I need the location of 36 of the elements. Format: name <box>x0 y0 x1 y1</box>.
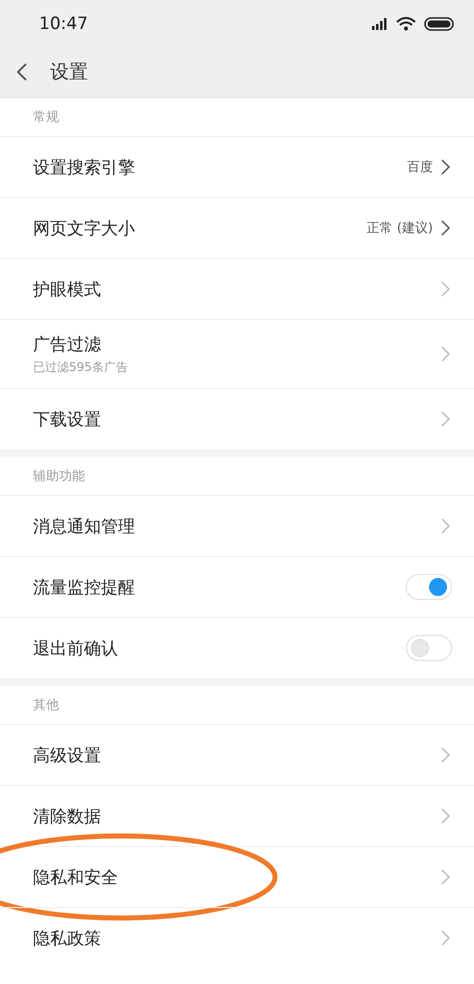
section-title: 其他 <box>33 697 59 714</box>
row-label: 网页文字大小 <box>33 218 135 240</box>
wifi-icon <box>396 16 416 30</box>
row-label: 隐私政策 <box>33 928 101 950</box>
row-subtitle: 已过滤595条广告 <box>33 358 128 376</box>
row-label: 清除数据 <box>33 806 101 828</box>
chevron-icon <box>441 159 450 175</box>
toggle-switch[interactable] <box>406 635 452 661</box>
row-label: 消息通知管理 <box>33 516 135 538</box>
chevron-icon <box>441 747 450 763</box>
chevron-icon <box>441 411 450 427</box>
chevron-icon <box>441 869 450 885</box>
row-label: 退出前确认 <box>33 638 118 660</box>
row-value: 正常 (建议) <box>366 220 433 237</box>
row-label: 设置搜索引擎 <box>33 156 135 178</box>
chevron-icon <box>441 346 450 362</box>
row-label: 流量监控提醒 <box>33 576 135 598</box>
row-label: 高级设置 <box>33 744 101 766</box>
chevron-icon <box>441 808 450 824</box>
battery-icon <box>424 16 454 30</box>
page-title: 设置 <box>50 60 88 85</box>
section-title: 辅助功能 <box>33 468 85 485</box>
chevron-icon <box>441 281 450 297</box>
toggle-switch[interactable] <box>406 574 452 600</box>
chevron-icon <box>441 930 450 946</box>
row-label: 隐私和安全 <box>33 866 118 888</box>
section-title: 常规 <box>33 109 59 126</box>
row-label: 广告过滤 <box>33 334 102 356</box>
status-time: 10:47 <box>39 14 88 34</box>
back-icon[interactable] <box>16 62 28 82</box>
chevron-icon <box>441 220 450 236</box>
row-value: 百度 <box>407 159 433 176</box>
row-label: 护眼模式 <box>33 278 101 300</box>
row-label: 下载设置 <box>33 408 101 430</box>
signal-icon <box>372 18 388 30</box>
chevron-icon <box>441 518 450 534</box>
